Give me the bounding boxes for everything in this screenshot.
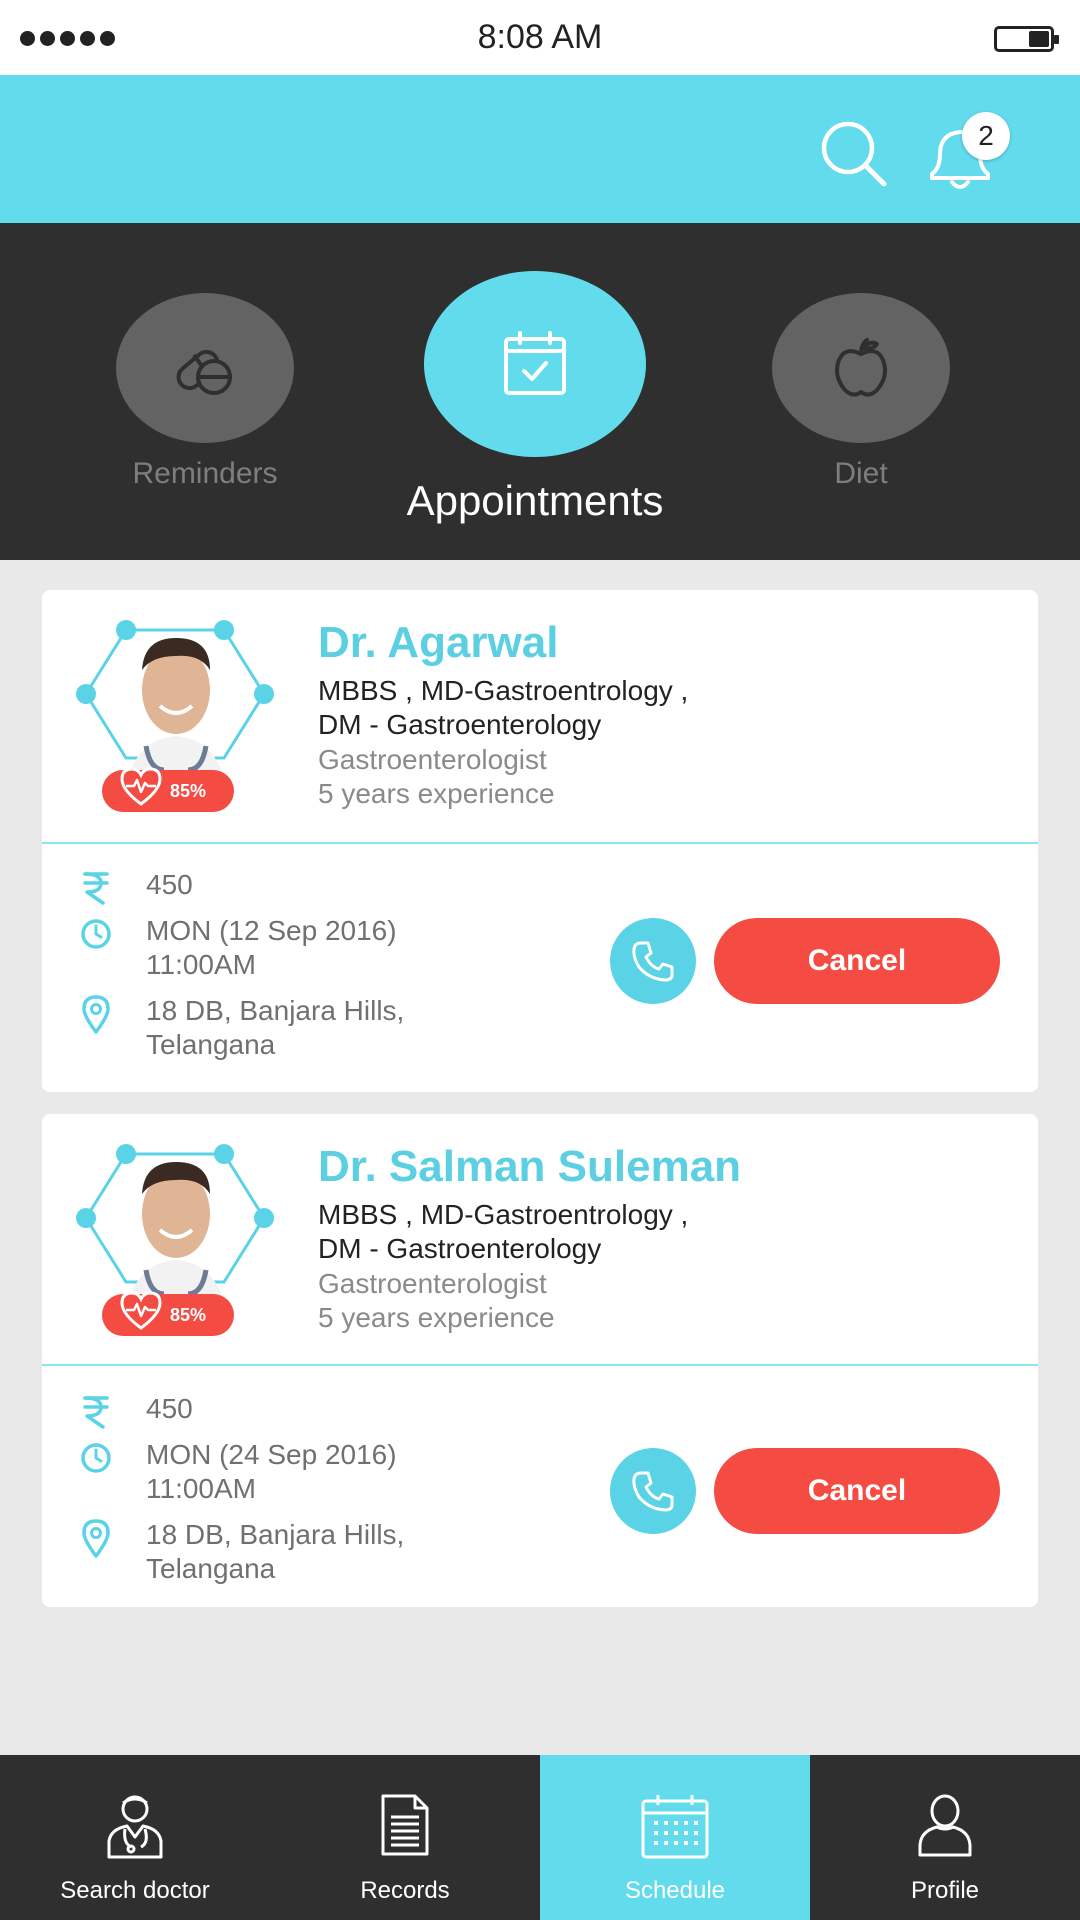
- phone-icon: [632, 1471, 674, 1512]
- user-icon: [918, 1794, 972, 1857]
- call-button[interactable]: [610, 918, 696, 1004]
- address-row: 18 DB, Banjara Hills, Telangana: [78, 1518, 404, 1586]
- tab-appointments-label: Appointments: [406, 477, 664, 524]
- appointment-card: 85% Dr. Salman Suleman MBBS , MD-Gastroe…: [42, 1114, 1038, 1607]
- status-bar: 8:08 AM: [0, 0, 1080, 75]
- app-header: 2: [0, 75, 1080, 223]
- document-icon: [381, 1794, 429, 1856]
- pills-icon: [176, 349, 232, 395]
- tab-diet[interactable]: Diet: [756, 293, 966, 491]
- call-button[interactable]: [610, 1448, 696, 1534]
- nav-search-doctor[interactable]: Search doctor: [0, 1755, 270, 1920]
- card-divider: [42, 1364, 1038, 1366]
- doctor-qualifications: MBBS , MD-Gastroentrology , DM - Gastroe…: [318, 675, 689, 740]
- datetime-row: MON (24 Sep 2016) 11:00AM: [78, 1438, 397, 1506]
- calendar-check-icon: [504, 331, 566, 395]
- doctor-experience: 5 years experience: [318, 1302, 555, 1333]
- doctor-name: Dr. Salman Suleman: [318, 1142, 742, 1191]
- tab-reminders[interactable]: Reminders: [100, 293, 310, 491]
- apple-icon: [835, 338, 887, 397]
- appointment-time: 11:00AM: [146, 949, 256, 980]
- calendar-icon: [641, 1795, 709, 1859]
- notifications-button[interactable]: 2: [920, 112, 1010, 194]
- doctor-name: Dr. Agarwal: [318, 618, 559, 667]
- doctor-specialty: Gastroenterologist: [318, 744, 547, 775]
- appointment-card: 85% Dr. Agarwal MBBS , MD-Gastroentrolog…: [42, 590, 1038, 1092]
- location-pin-icon: [78, 1519, 114, 1558]
- health-score-value: 85%: [170, 1305, 207, 1325]
- doctor-experience: 5 years experience: [318, 778, 555, 809]
- doctor-qualifications: MBBS , MD-Gastroentrology , DM - Gastroe…: [318, 1199, 689, 1264]
- phone-icon: [632, 941, 674, 982]
- fee-row: 450: [78, 868, 193, 906]
- clock-icon: [78, 916, 114, 952]
- address-row: 18 DB, Banjara Hills, Telangana: [78, 994, 404, 1062]
- fee-value: 450: [146, 869, 193, 900]
- health-score-badge: 85%: [102, 1291, 234, 1336]
- bottom-navigation: Search doctor Records Schedule Profile: [0, 1755, 1080, 1920]
- clock-icon: [78, 1440, 114, 1476]
- fee-row: 450: [78, 1392, 193, 1430]
- card-divider: [42, 842, 1038, 844]
- location-pin-icon: [78, 995, 114, 1034]
- datetime-row: MON (12 Sep 2016) 11:00AM: [78, 914, 397, 982]
- doctor-specialty: Gastroenterologist: [318, 1268, 547, 1299]
- rupee-icon: [78, 870, 114, 906]
- nav-profile[interactable]: Profile: [810, 1755, 1080, 1920]
- search-button[interactable]: [818, 118, 890, 190]
- cancel-appointment-button[interactable]: Cancel: [714, 918, 1000, 1004]
- tab-appointments[interactable]: Appointments: [370, 271, 700, 525]
- doctor-icon: [107, 1795, 163, 1859]
- health-score-value: 85%: [170, 781, 207, 801]
- rupee-icon: [78, 1394, 114, 1430]
- status-time: 8:08 AM: [477, 18, 603, 56]
- appointment-date: MON (24 Sep 2016): [146, 1439, 397, 1470]
- heart-pulse-icon: [120, 1291, 162, 1330]
- health-score-badge: 85%: [102, 767, 234, 812]
- nav-schedule[interactable]: Schedule: [540, 1755, 810, 1920]
- nav-records-label: Records: [360, 1877, 450, 1904]
- notification-badge: 2: [962, 112, 1010, 160]
- address-line: Telangana: [146, 1553, 276, 1584]
- address-line: 18 DB, Banjara Hills,: [146, 995, 405, 1026]
- appointment-time: 11:00AM: [146, 1473, 256, 1504]
- battery-icon: [994, 26, 1059, 52]
- fee-value: 450: [146, 1393, 193, 1424]
- nav-search-doctor-label: Search doctor: [60, 1877, 210, 1904]
- category-tabs: Reminders Appointments Diet: [0, 223, 1080, 560]
- nav-records[interactable]: Records: [270, 1755, 540, 1920]
- tab-reminders-label: Reminders: [132, 457, 278, 490]
- tab-diet-label: Diet: [834, 457, 888, 490]
- nav-schedule-label: Schedule: [624, 1877, 726, 1904]
- cancel-appointment-button[interactable]: Cancel: [714, 1448, 1000, 1534]
- address-line: 18 DB, Banjara Hills,: [146, 1519, 405, 1550]
- nav-profile-label: Profile: [910, 1877, 980, 1904]
- heart-pulse-icon: [120, 767, 162, 806]
- search-icon: [821, 121, 887, 187]
- address-line: Telangana: [146, 1029, 276, 1060]
- appointment-date: MON (12 Sep 2016): [146, 915, 397, 946]
